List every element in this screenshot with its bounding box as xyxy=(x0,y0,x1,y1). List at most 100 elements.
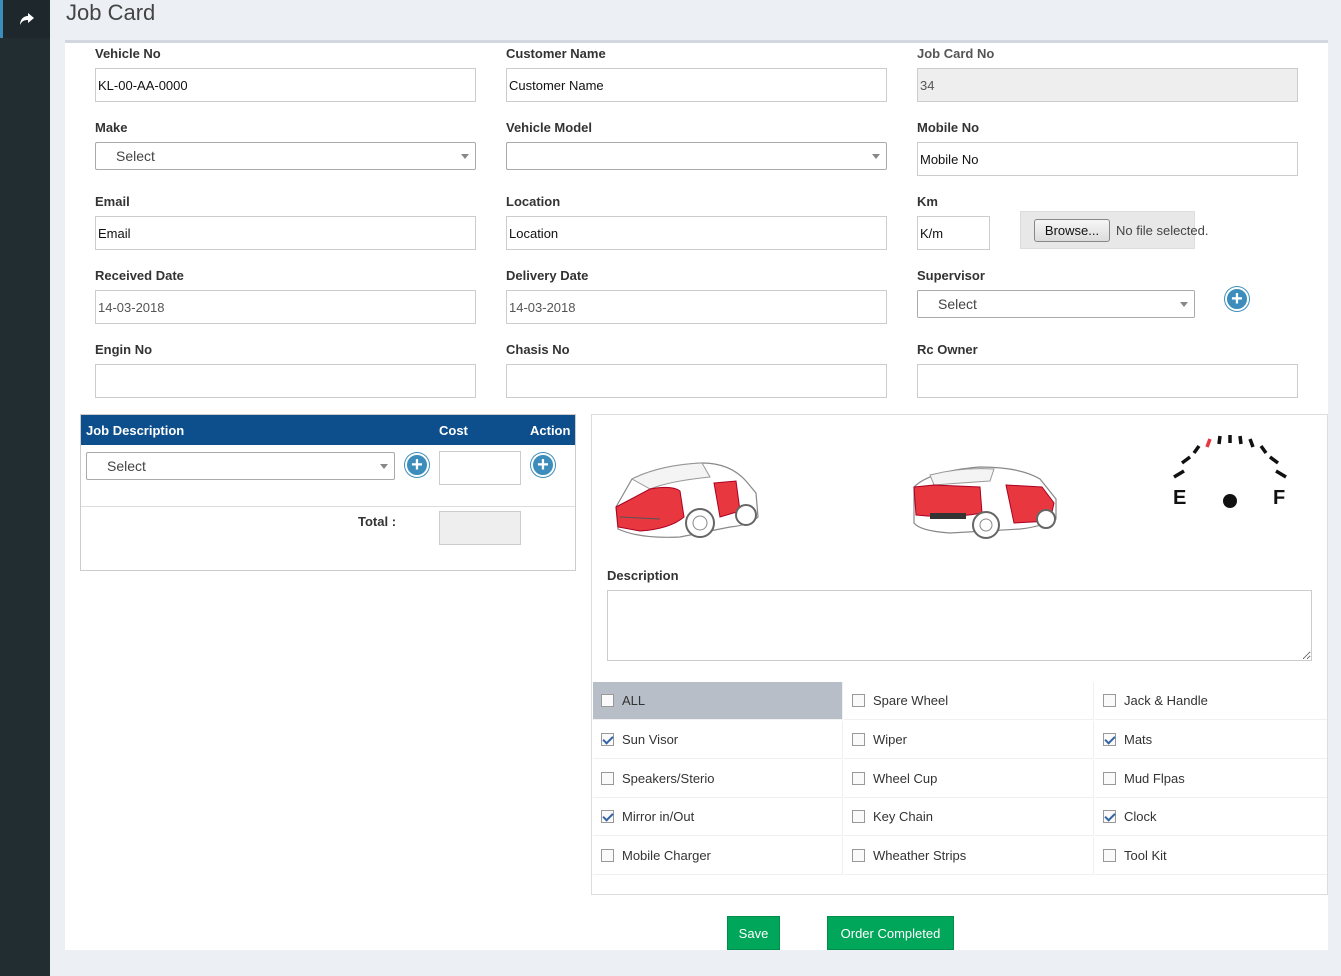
cost-input[interactable] xyxy=(439,451,521,485)
supervisor-label: Supervisor xyxy=(917,268,985,283)
checklist-item[interactable]: Mobile Charger xyxy=(593,837,843,875)
checklist-item-label: ALL xyxy=(622,693,646,708)
delivery-date-input[interactable]: 14-03-2018 xyxy=(506,290,887,324)
km-input[interactable]: K/m xyxy=(917,216,990,250)
checkbox[interactable] xyxy=(852,772,865,785)
make-select-value: Select xyxy=(116,148,155,164)
chasis-no-label: Chasis No xyxy=(506,342,570,357)
checklist-item-label: Key Chain xyxy=(873,809,933,824)
car-front-view-icon[interactable] xyxy=(610,459,762,545)
engin-no-input[interactable] xyxy=(95,364,476,398)
add-job-row-button[interactable]: + xyxy=(531,453,555,477)
checklist-item[interactable]: Mirror in/Out xyxy=(593,798,843,836)
email-label: Email xyxy=(95,194,130,209)
description-label: Description xyxy=(607,568,679,583)
location-label: Location xyxy=(506,194,561,209)
location-input[interactable]: Location xyxy=(506,216,887,250)
checkbox[interactable] xyxy=(1103,849,1116,862)
vehicle-no-input[interactable]: KL-00-AA-0000 xyxy=(95,68,476,102)
checklist-item[interactable]: Speakers/Sterio xyxy=(593,760,843,798)
checklist-item-label: Mats xyxy=(1124,732,1153,747)
add-supervisor-button[interactable]: + xyxy=(1225,287,1249,311)
checklist-item-label: Tool Kit xyxy=(1124,848,1167,863)
add-job-description-button[interactable]: + xyxy=(405,453,429,477)
checkbox[interactable] xyxy=(1103,772,1116,785)
checkbox[interactable] xyxy=(601,772,614,785)
mobile-no-input[interactable]: Mobile No xyxy=(917,142,1298,176)
chevron-down-icon xyxy=(380,464,388,469)
email-input[interactable]: Email xyxy=(95,216,476,250)
received-date-input[interactable]: 14-03-2018 xyxy=(95,290,476,324)
sidebar-toggle-button[interactable] xyxy=(0,0,50,38)
checklist-item[interactable]: Clock xyxy=(1095,798,1327,836)
checkbox[interactable] xyxy=(601,733,614,746)
customer-name-label: Customer Name xyxy=(506,46,606,61)
checklist-item[interactable]: Wheather Strips xyxy=(844,837,1094,875)
checkbox[interactable] xyxy=(601,849,614,862)
share-arrow-icon xyxy=(19,13,34,25)
checklist-item-label: Jack & Handle xyxy=(1124,693,1208,708)
job-description-select[interactable]: Select xyxy=(86,452,395,480)
job-description-select-value: Select xyxy=(107,458,146,474)
checklist-item-label: Sun Visor xyxy=(622,732,679,747)
checkbox[interactable] xyxy=(1103,810,1116,823)
file-status: No file selected. xyxy=(1116,223,1209,238)
checkbox[interactable] xyxy=(1103,733,1116,746)
total-input xyxy=(439,511,521,545)
checklist-item[interactable]: Mats xyxy=(1095,721,1327,759)
checklist-item[interactable]: Sun Visor xyxy=(593,721,843,759)
job-card-no-label: Job Card No xyxy=(917,46,995,61)
fuel-empty-label: E xyxy=(1173,487,1187,509)
received-date-label: Received Date xyxy=(95,268,184,283)
fuel-gauge-icon[interactable] xyxy=(1170,435,1290,515)
rc-owner-input[interactable] xyxy=(917,364,1298,398)
cost-header: Cost xyxy=(439,423,468,438)
sidebar xyxy=(0,0,50,976)
job-table-header: Job Description Cost Action xyxy=(81,415,575,445)
checkbox[interactable] xyxy=(852,733,865,746)
fuel-full-label: F xyxy=(1273,487,1286,509)
checklist-item-label: Wheel Cup xyxy=(873,771,938,786)
checkbox[interactable] xyxy=(852,810,865,823)
chasis-no-input[interactable] xyxy=(506,364,887,398)
vehicle-model-select[interactable] xyxy=(506,142,887,170)
job-card-no-input: 34 xyxy=(917,68,1298,102)
chevron-down-icon xyxy=(872,154,880,159)
checkbox[interactable] xyxy=(1103,694,1116,707)
job-description-header: Job Description xyxy=(86,423,185,438)
checklist-item[interactable]: ALL xyxy=(593,682,843,720)
description-textarea[interactable] xyxy=(607,590,1312,661)
page-title: Job Card xyxy=(66,0,156,25)
checkbox[interactable] xyxy=(852,849,865,862)
customer-name-input[interactable]: Customer Name xyxy=(506,68,887,102)
delivery-date-label: Delivery Date xyxy=(506,268,589,283)
action-header: Action xyxy=(530,423,571,438)
checklist-item-label: Speakers/Sterio xyxy=(622,771,715,786)
make-select[interactable]: Select xyxy=(95,142,476,170)
checklist-item[interactable]: Mud Flpas xyxy=(1095,760,1327,798)
order-completed-button[interactable]: Order Completed xyxy=(827,916,954,950)
checkbox[interactable] xyxy=(601,810,614,823)
checklist-item[interactable]: Jack & Handle xyxy=(1095,682,1327,720)
checklist-item[interactable]: Tool Kit xyxy=(1095,837,1327,875)
chevron-down-icon xyxy=(461,154,469,159)
checklist-item[interactable]: Wheel Cup xyxy=(844,760,1094,798)
rc-owner-label: Rc Owner xyxy=(917,342,978,357)
plus-circle-icon: + xyxy=(411,454,423,476)
checklist-item[interactable]: Key Chain xyxy=(844,798,1094,836)
checkbox[interactable] xyxy=(601,694,614,707)
checklist-item-label: Mobile Charger xyxy=(622,848,711,863)
checklist-item-label: Spare Wheel xyxy=(873,693,949,708)
checklist-item[interactable]: Wiper xyxy=(844,721,1094,759)
checklist-item-label: Mud Flpas xyxy=(1124,771,1185,786)
checklist-item-label: Wiper xyxy=(873,732,907,747)
save-button[interactable]: Save xyxy=(727,916,780,950)
car-rear-view-icon[interactable] xyxy=(910,463,1060,545)
checklist-item[interactable]: Spare Wheel xyxy=(844,682,1094,720)
checkbox[interactable] xyxy=(852,694,865,707)
supervisor-select[interactable]: Select xyxy=(917,290,1195,318)
plus-circle-icon: + xyxy=(537,454,549,476)
browse-button[interactable]: Browse... xyxy=(1034,219,1110,242)
mobile-no-label: Mobile No xyxy=(917,120,980,135)
vehicle-model-label: Vehicle Model xyxy=(506,120,592,135)
